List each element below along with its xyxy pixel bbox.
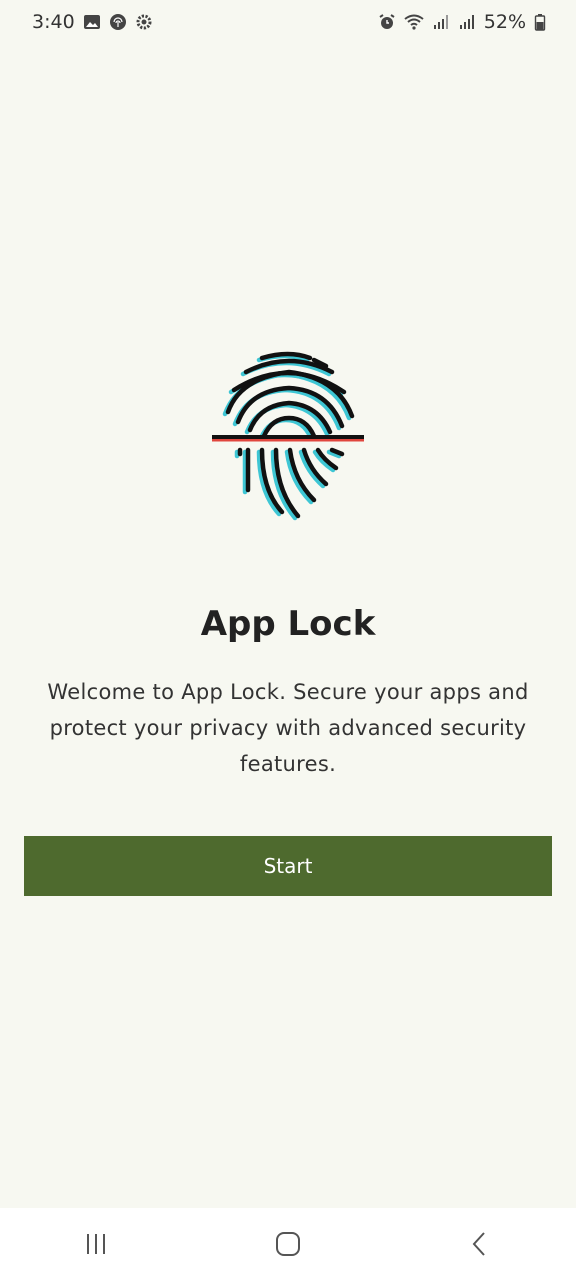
fingerprint-icon (109, 14, 126, 30)
back-button[interactable] (450, 1214, 510, 1274)
status-bar: 3:40 52% (0, 0, 576, 44)
wifi-icon (404, 14, 424, 30)
battery-percent: 52% (483, 11, 526, 33)
status-right: 52% (378, 11, 546, 33)
start-button[interactable]: Start (24, 836, 552, 896)
app-title: App Lock (200, 604, 376, 644)
alarm-icon (379, 14, 395, 29)
recent-apps-icon (87, 1234, 105, 1254)
image-icon (83, 15, 100, 29)
fingerprint-logo-icon (212, 351, 364, 521)
home-button[interactable] (258, 1214, 318, 1274)
battery-icon (534, 14, 546, 31)
signal-icon (433, 15, 448, 29)
signal-icon (459, 15, 474, 29)
back-icon (472, 1232, 485, 1256)
app-screen: 3:40 52% App Lock Welcome to App Lock. S… (0, 0, 576, 1280)
welcome-description: Welcome to App Lock. Secure your apps an… (47, 680, 529, 776)
navigation-bar (0, 1208, 576, 1280)
status-left: 3:40 (32, 11, 153, 33)
recent-apps-button[interactable] (66, 1214, 126, 1274)
settings-icon (136, 14, 152, 30)
scan-line (212, 435, 364, 439)
status-time: 3:40 (32, 11, 75, 33)
home-icon (276, 1232, 300, 1256)
